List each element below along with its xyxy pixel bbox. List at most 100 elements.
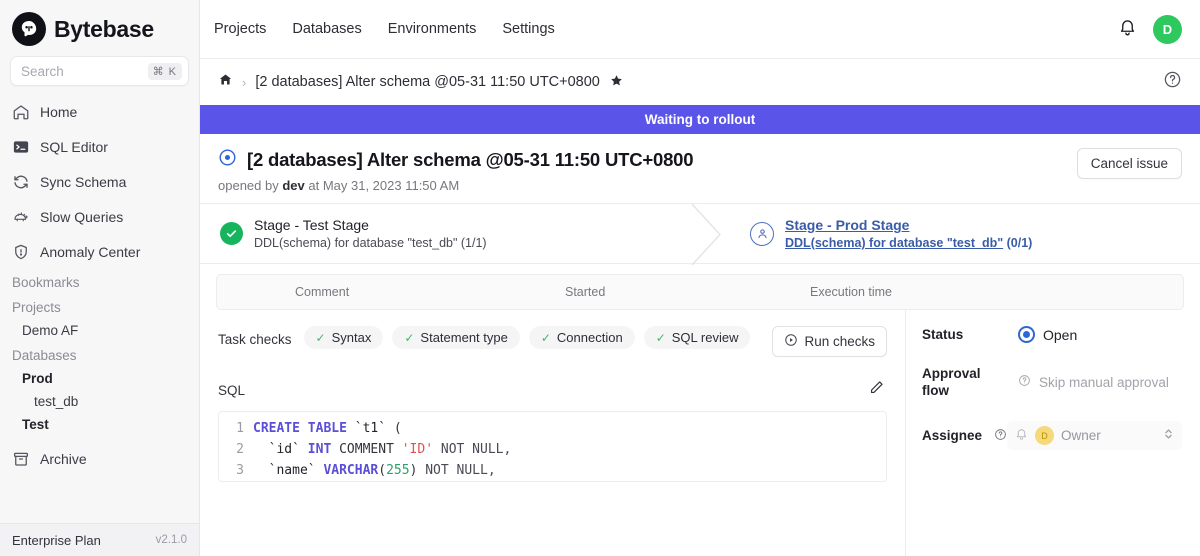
issue-header: [2 databases] Alter schema @05-31 11:50 … bbox=[200, 134, 1200, 203]
stage-separator-icon bbox=[690, 204, 730, 263]
sidebar-project-demo-af[interactable]: Demo AF bbox=[0, 319, 199, 342]
sidebar-item-label: Sync Schema bbox=[40, 174, 126, 190]
sql-token: INT bbox=[308, 442, 339, 457]
table-header-row: Comment Started Execution time bbox=[216, 274, 1184, 310]
run-checks-button[interactable]: Run checks bbox=[772, 326, 887, 357]
issue-opened-prefix: opened by bbox=[218, 178, 282, 193]
brand[interactable]: Bytebase bbox=[0, 0, 199, 54]
cancel-issue-button[interactable]: Cancel issue bbox=[1077, 148, 1182, 179]
content-split: Task checks ✓Syntax ✓Statement type ✓ Con… bbox=[200, 310, 1200, 556]
sql-token: VARCHAR bbox=[323, 463, 378, 478]
sidebar-item-sync-schema[interactable]: Sync Schema bbox=[0, 164, 199, 199]
search-input[interactable]: Search ⌘ K bbox=[10, 56, 189, 86]
tab-settings[interactable]: Settings bbox=[502, 21, 554, 37]
radio-dot bbox=[1023, 331, 1030, 338]
sidebar-item-archive[interactable]: Archive bbox=[0, 444, 199, 474]
sql-label: SQL bbox=[218, 383, 245, 398]
question-circle-icon[interactable] bbox=[1018, 374, 1031, 390]
sidebar-item-sql-editor[interactable]: SQL Editor bbox=[0, 129, 199, 164]
issue-meta: opened by dev at May 31, 2023 11:50 AM bbox=[218, 178, 1077, 193]
stage-description[interactable]: DDL(schema) for database "test_db" (0/1) bbox=[785, 236, 1032, 250]
stage-description-link: DDL(schema) for database "test_db" bbox=[785, 236, 1003, 250]
stage-text: Stage - Test Stage DDL(schema) for datab… bbox=[254, 217, 487, 250]
play-circle-icon bbox=[784, 333, 798, 350]
check-chip-label: Connection bbox=[557, 330, 623, 345]
sidebar-env-test[interactable]: Test bbox=[0, 413, 199, 436]
column-header-comment: Comment bbox=[295, 285, 565, 299]
check-icon: ✓ bbox=[656, 331, 666, 345]
check-icon: ✓ bbox=[404, 331, 414, 345]
line-number: 3 bbox=[219, 460, 253, 481]
user-circle-icon bbox=[750, 222, 774, 246]
stage-test-stage[interactable]: Stage - Test Stage DDL(schema) for datab… bbox=[200, 204, 690, 263]
sidebar-item-slow-queries[interactable]: Slow Queries bbox=[0, 199, 199, 234]
terminal-icon bbox=[12, 138, 30, 156]
sidebar-database-test-db[interactable]: test_db bbox=[0, 390, 199, 413]
sidebar-item-home[interactable]: Home bbox=[0, 94, 199, 129]
status-badge: Open bbox=[1043, 327, 1077, 343]
issue-details-pane: Status Open Approvalflow Skip manual app… bbox=[905, 310, 1200, 556]
stage-name[interactable]: Stage - Prod Stage bbox=[785, 217, 1032, 233]
search-shortcut: ⌘ K bbox=[148, 63, 182, 80]
help-circle-icon[interactable] bbox=[1163, 70, 1182, 94]
radio-selected-icon[interactable] bbox=[1018, 326, 1035, 343]
check-chip-statement-type[interactable]: ✓Statement type bbox=[392, 326, 520, 349]
sidebar-section-projects[interactable]: Projects bbox=[0, 294, 199, 319]
sql-section-header: SQL bbox=[218, 379, 887, 401]
stage-description-count: (0/1) bbox=[1003, 236, 1032, 250]
tab-databases[interactable]: Databases bbox=[292, 21, 361, 37]
task-checks-chips: ✓Syntax ✓Statement type ✓ Connection ✓SQL… bbox=[304, 326, 761, 349]
sidebar-item-label: Slow Queries bbox=[40, 209, 123, 225]
task-table: Comment Started Execution time bbox=[200, 264, 1200, 310]
sidebar-archive-label: Archive bbox=[40, 451, 87, 467]
check-icon: ✓ bbox=[316, 331, 326, 345]
stage-description: DDL(schema) for database "test_db" (1/1) bbox=[254, 236, 487, 250]
check-chip-connection[interactable]: ✓ Connection bbox=[529, 326, 635, 349]
sql-token: COMMENT bbox=[339, 442, 402, 457]
home-icon[interactable] bbox=[218, 72, 233, 92]
assignee-row: Assignee D Owner bbox=[922, 421, 1182, 450]
sidebar-section-databases[interactable]: Databases bbox=[0, 342, 199, 367]
sql-code-block[interactable]: 1CREATE TABLE `t1` ( 2 `id` INT COMMENT … bbox=[218, 411, 887, 482]
sidebar-env-prod[interactable]: Prod bbox=[0, 367, 199, 390]
check-chip-syntax[interactable]: ✓Syntax bbox=[304, 326, 384, 349]
stage-prod-stage[interactable]: Stage - Prod Stage DDL(schema) for datab… bbox=[730, 204, 1048, 263]
brand-name: Bytebase bbox=[54, 16, 154, 43]
tab-projects[interactable]: Projects bbox=[214, 21, 266, 37]
approval-label-line1: Approval bbox=[922, 366, 981, 381]
code-line-content: `id` INT COMMENT 'ID' NOT NULL, bbox=[253, 439, 511, 460]
issue-title-row: [2 databases] Alter schema @05-31 11:50 … bbox=[218, 148, 1077, 172]
shield-icon bbox=[12, 243, 30, 261]
breadcrumb-title[interactable]: [2 databases] Alter schema @05-31 11:50 … bbox=[255, 74, 600, 90]
check-chip-sql-review[interactable]: ✓SQL review bbox=[644, 326, 751, 349]
app-root: Bytebase Search ⌘ K Home SQL Editor bbox=[0, 0, 1200, 556]
task-detail-pane: Task checks ✓Syntax ✓Statement type ✓ Con… bbox=[200, 310, 905, 556]
issue-opened-suffix: at May 31, 2023 11:50 AM bbox=[305, 178, 459, 193]
star-icon[interactable] bbox=[609, 73, 624, 91]
sql-token: ( bbox=[394, 421, 402, 436]
assignee-select[interactable]: D Owner bbox=[1007, 421, 1182, 450]
bell-icon[interactable] bbox=[1118, 17, 1137, 41]
assignee-label: Assignee bbox=[922, 427, 994, 444]
sql-token: `id` bbox=[253, 442, 308, 457]
question-circle-icon[interactable] bbox=[994, 428, 1007, 444]
sidebar-section-bookmarks[interactable]: Bookmarks bbox=[0, 269, 199, 294]
sidebar-item-anomaly-center[interactable]: Anomaly Center bbox=[0, 234, 199, 269]
sidebar-nav: Home SQL Editor Sync Schema Slow Queries bbox=[0, 94, 199, 269]
stage-pipeline: Stage - Test Stage DDL(schema) for datab… bbox=[200, 203, 1200, 264]
line-number: 1 bbox=[219, 418, 253, 439]
task-checks-row: Task checks ✓Syntax ✓Statement type ✓ Con… bbox=[218, 326, 887, 357]
pencil-icon[interactable] bbox=[868, 379, 885, 401]
tab-environments[interactable]: Environments bbox=[388, 21, 477, 37]
task-checks-label: Task checks bbox=[218, 326, 292, 347]
bytebase-logo-icon bbox=[12, 12, 46, 46]
code-line: 2 `id` INT COMMENT 'ID' NOT NULL, bbox=[219, 439, 886, 460]
assignee-value: Owner bbox=[1061, 428, 1101, 443]
avatar[interactable]: D bbox=[1153, 15, 1182, 44]
plan-bar[interactable]: Enterprise Plan v2.1.0 bbox=[0, 523, 199, 556]
run-checks-label: Run checks bbox=[804, 334, 875, 349]
breadcrumb: › [2 databases] Alter schema @05-31 11:5… bbox=[200, 59, 1200, 105]
search-placeholder: Search bbox=[21, 64, 64, 79]
top-nav-links: Projects Databases Environments Settings bbox=[214, 21, 555, 37]
check-icon: ✓ bbox=[541, 331, 551, 345]
